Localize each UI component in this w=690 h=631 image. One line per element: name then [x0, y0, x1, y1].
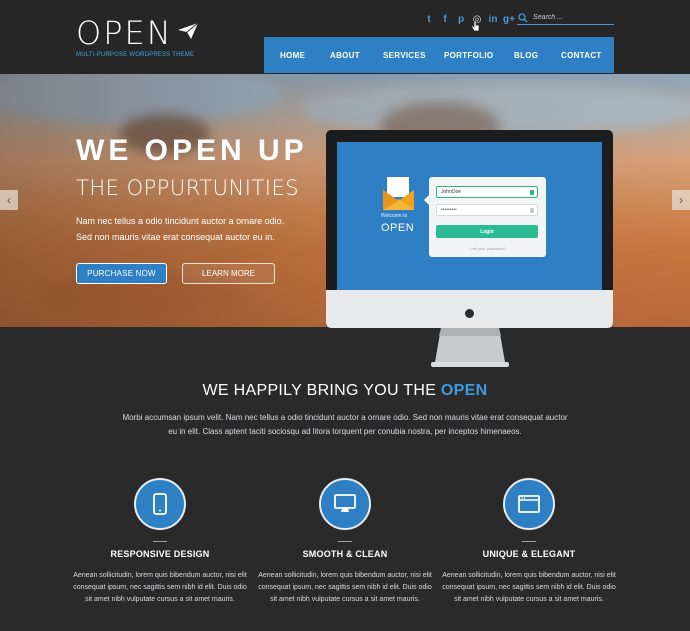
- browser-window-icon: [503, 478, 555, 530]
- logo-tagline: MULTI-PURPOSE WORDPRESS THEME: [76, 52, 195, 58]
- monitor-camera-icon: [465, 309, 474, 318]
- feature-title: SMOOTH & CLEAN: [302, 549, 388, 559]
- feature-divider: [338, 541, 352, 542]
- linkedin-icon[interactable]: in: [485, 12, 501, 26]
- lock-icon: [530, 208, 534, 213]
- username-value: JohnDoe: [441, 189, 462, 195]
- user-icon: [530, 190, 534, 195]
- feature-divider: [522, 541, 536, 542]
- hero-subtitle: THE OPPURTUNITIES: [76, 176, 300, 200]
- intro-text-line-1: Morbi accumsan ipsum velit. Nam nec tell…: [122, 413, 568, 422]
- purchase-now-button[interactable]: PURCHASE NOW: [76, 263, 167, 284]
- social-links: t f p ◎ in g+: [421, 12, 517, 26]
- learn-more-button[interactable]: LEARN MORE: [182, 263, 275, 284]
- feature-text-line: sit amet nibh vulputate cursus a sit ame…: [85, 596, 235, 603]
- logo-text: OPEN: [76, 14, 173, 52]
- nav-item-contact[interactable]: CONTACT: [561, 51, 602, 60]
- password-field[interactable]: •••••••••: [436, 204, 538, 216]
- twitter-icon[interactable]: t: [421, 12, 437, 26]
- google-plus-icon[interactable]: g+: [501, 12, 517, 26]
- slider-next-arrow[interactable]: ›: [672, 190, 690, 210]
- feature-text-line: Aenean sollicitudin, lorem quis bibendum…: [442, 572, 616, 579]
- feature-divider: [153, 541, 167, 542]
- intro-heading-highlight: OPEN: [440, 382, 488, 399]
- nav-item-services[interactable]: SERVICES: [383, 51, 426, 60]
- nav-item-about[interactable]: ABOUT: [330, 51, 360, 60]
- feature-title: UNIQUE & ELEGANT: [482, 549, 576, 559]
- login-panel: JohnDoe ••••••••• Login Lost your passwo…: [424, 177, 546, 257]
- hero-title: WE OPEN UP: [76, 134, 308, 167]
- nav-item-blog[interactable]: BLOG: [514, 51, 538, 60]
- monitor-screen: Welcome to OPEN JohnDoe ••••••••• Login …: [337, 142, 602, 290]
- logo[interactable]: OPEN: [76, 16, 199, 50]
- search-input[interactable]: [533, 14, 613, 21]
- screen-brand: OPEN: [381, 222, 415, 234]
- intro-heading: WE HAPPILY BRING YOU THE OPEN: [0, 382, 690, 400]
- feature-text-line: sit amet nibh vulputate cursus a sit ame…: [270, 596, 420, 603]
- facebook-icon[interactable]: f: [437, 12, 453, 26]
- welcome-text: Welcome to: [381, 213, 408, 219]
- hand-cursor-icon: [471, 20, 480, 32]
- search-icon[interactable]: [517, 12, 529, 24]
- envelope-icon: [383, 177, 414, 210]
- site-header: OPEN MULTI-PURPOSE WORDPRESS THEME t f p…: [0, 0, 690, 74]
- lost-password-link[interactable]: Lost your password?: [429, 246, 546, 251]
- feature-title: RESPONSIVE DESIGN: [110, 549, 210, 559]
- intro-heading-text: WE HAPPILY BRING YOU THE: [202, 382, 437, 399]
- login-button[interactable]: Login: [436, 225, 538, 238]
- search-box[interactable]: [517, 11, 614, 25]
- username-field[interactable]: JohnDoe: [436, 186, 538, 198]
- hero-text-line-2: Sed non mauris vitae erat consequat auct…: [76, 232, 275, 242]
- feature-text-line: consequat ipsum, nec sagittis sem nibh i…: [258, 584, 432, 591]
- nav-item-home[interactable]: HOME: [280, 51, 305, 60]
- feature-text-line: consequat ipsum, nec sagittis sem nibh i…: [442, 584, 616, 591]
- monitor-stand: [431, 328, 509, 367]
- paper-plane-icon: [177, 22, 198, 39]
- hero-text-line-1: Nam nec tellus a odio tincidunt auctor a…: [76, 216, 285, 226]
- feature-text-line: Aenean sollicitudin, lorem quis bibendum…: [73, 572, 247, 579]
- slider-prev-arrow[interactable]: ‹: [0, 190, 18, 210]
- feature-text-line: consequat ipsum, nec sagittis sem nibh i…: [73, 584, 247, 591]
- main-nav: HOME ABOUT SERVICES PORTFOLIO BLOG CONTA…: [264, 37, 614, 73]
- password-value: •••••••••: [441, 207, 457, 213]
- pinterest-icon[interactable]: p: [453, 12, 469, 26]
- feature-text-line: Aenean sollicitudin, lorem quis bibendum…: [258, 572, 432, 579]
- monitor-icon: [319, 478, 371, 530]
- intro-text-line-2: eu in elit. Class aptent taciti sociosqu…: [168, 427, 522, 436]
- nav-item-portfolio[interactable]: PORTFOLIO: [444, 51, 493, 60]
- smartphone-icon: [134, 478, 186, 530]
- feature-text-line: sit amet nibh vulputate cursus a sit ame…: [454, 596, 604, 603]
